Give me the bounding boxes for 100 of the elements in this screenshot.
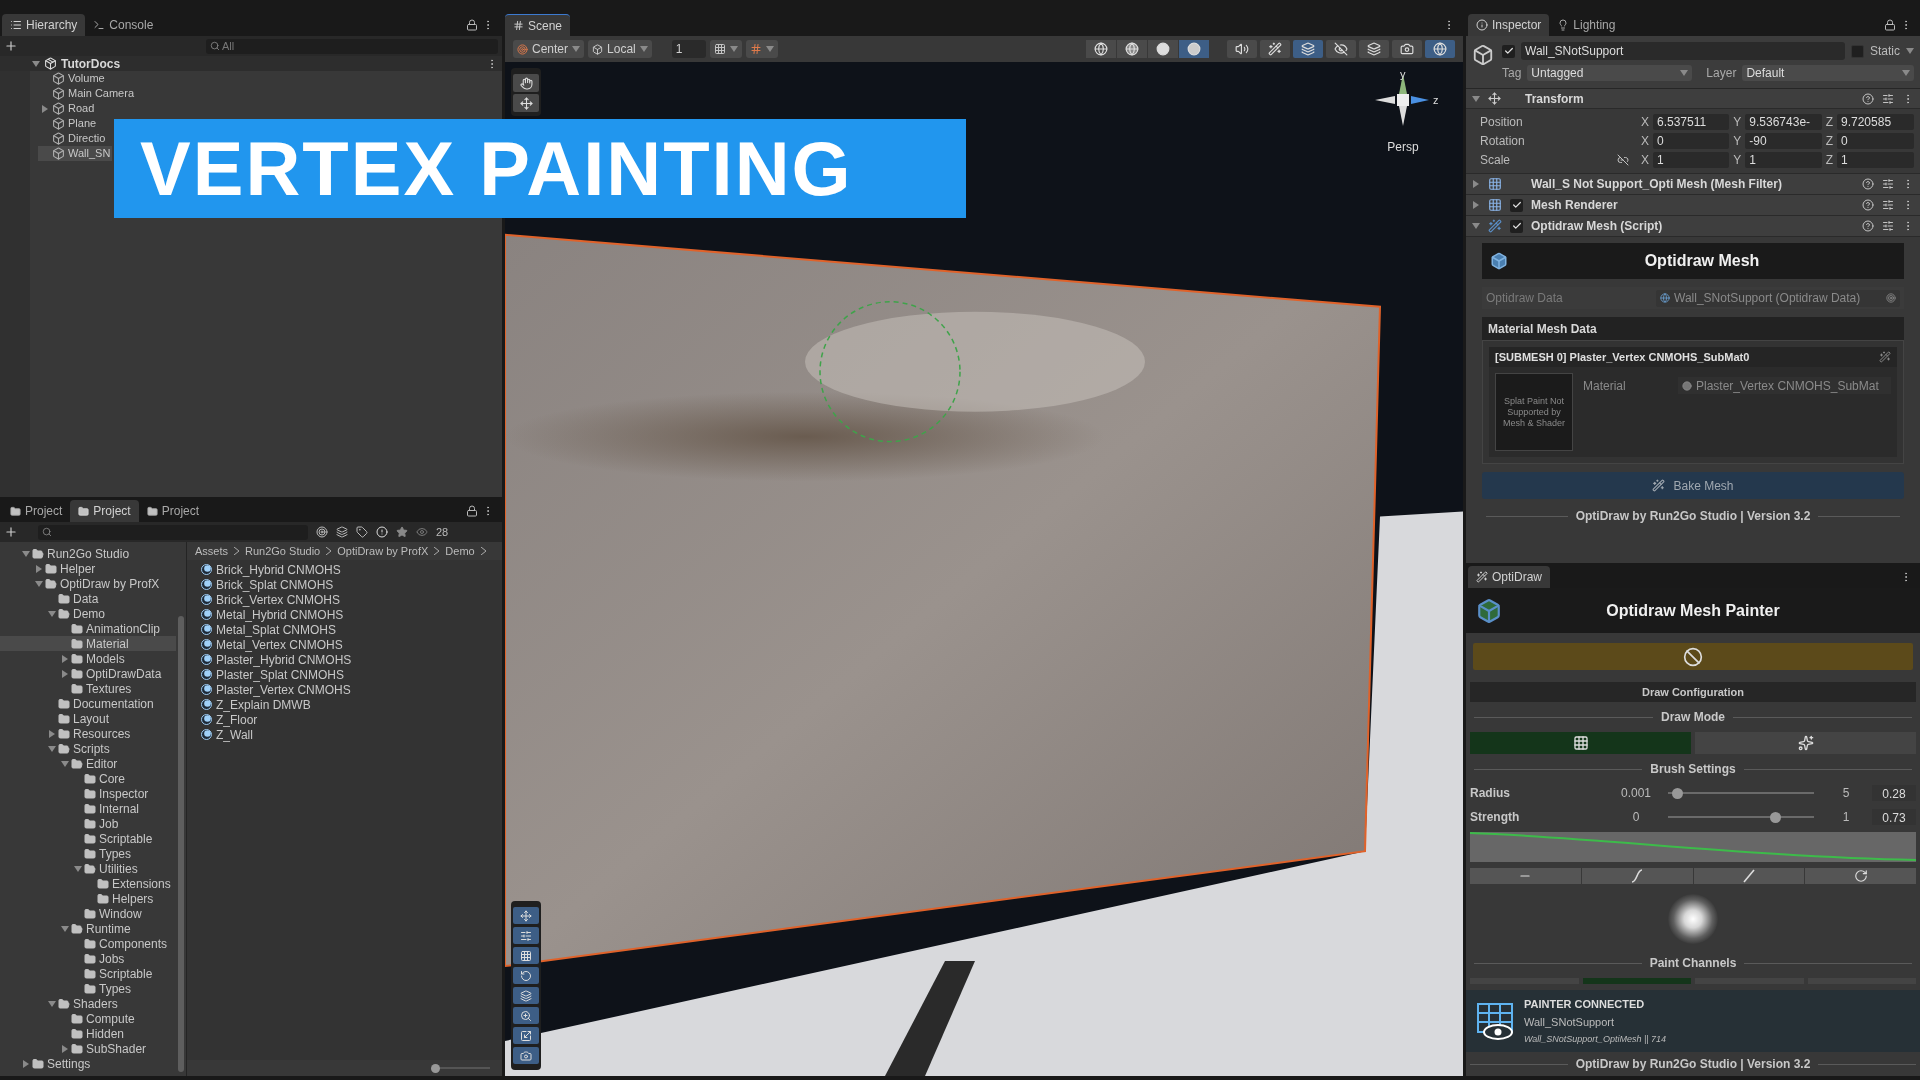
scene-toggle-button[interactable]	[1326, 40, 1356, 58]
foldout-arrow-icon[interactable]	[34, 579, 43, 588]
foldout-arrow-icon[interactable]	[60, 669, 69, 678]
zoom-slider[interactable]	[432, 1063, 490, 1073]
folder-row[interactable]: Data	[0, 591, 176, 606]
panel-tab[interactable]: Project	[2, 500, 71, 522]
help-icon[interactable]	[1862, 92, 1874, 105]
checkbox[interactable]	[1502, 44, 1515, 58]
number-field[interactable]: 9.720585	[1837, 114, 1914, 130]
dropdown-arrow-icon[interactable]	[1906, 47, 1914, 55]
overlay-tool-button[interactable]	[513, 1027, 539, 1044]
presets-icon[interactable]	[1882, 199, 1894, 211]
slider-thumb[interactable]	[1769, 811, 1781, 823]
shading-mode-button[interactable]	[1179, 40, 1209, 58]
folder-row[interactable]: Window	[0, 906, 176, 921]
number-field[interactable]: 9.536743e-	[1745, 114, 1822, 130]
presets-icon[interactable]	[1882, 220, 1894, 232]
asset-row[interactable]: Z_Floor	[201, 712, 502, 727]
folder-row[interactable]: Run2Go Studio	[0, 546, 176, 561]
foldout-arrow-icon[interactable]	[21, 1059, 30, 1068]
asset-row[interactable]: Metal_Vertex CNMOHS	[201, 637, 502, 652]
foldout-arrow-icon[interactable]	[21, 549, 30, 558]
filter-icon[interactable]	[316, 526, 328, 538]
number-field[interactable]: 0	[1653, 133, 1730, 149]
value-field[interactable]: 0.28	[1872, 785, 1916, 801]
folder-row[interactable]: OptiDraw by ProfX	[0, 576, 176, 591]
shading-mode-button[interactable]	[1117, 40, 1147, 58]
number-field[interactable]: 1	[1837, 152, 1914, 168]
checkbox[interactable]	[1851, 44, 1864, 58]
grid-visibility-button[interactable]	[745, 40, 778, 58]
folder-row[interactable]: Utilities	[0, 861, 176, 876]
panel-tab[interactable]: Scene	[505, 14, 571, 36]
hierarchy-row[interactable]: Wall_SN	[38, 146, 113, 161]
folder-row[interactable]: Job	[0, 816, 176, 831]
foldout-arrow-icon[interactable]	[60, 924, 69, 933]
foldout-arrow-icon[interactable]	[32, 59, 40, 68]
hierarchy-row[interactable]: Volume	[38, 71, 107, 86]
overlay-tool-button[interactable]	[513, 967, 539, 984]
curve-preset-button[interactable]	[1805, 868, 1916, 884]
draw-mode-button[interactable]	[1470, 732, 1691, 754]
folder-row[interactable]: Compute	[0, 1011, 176, 1026]
dropdown-arrow-icon[interactable]	[765, 45, 774, 53]
foldout-arrow-icon[interactable]	[60, 654, 69, 663]
foldout-arrow-icon[interactable]	[60, 759, 69, 768]
folder-row[interactable]: Types	[0, 981, 176, 996]
scene-toggle-button[interactable]	[1359, 40, 1389, 58]
value-field[interactable]: 0.73	[1872, 809, 1916, 825]
number-field[interactable]: 0	[1837, 133, 1914, 149]
foldout-arrow-icon[interactable]	[73, 864, 82, 873]
asset-row[interactable]: Brick_Hybrid CNMOHS	[201, 562, 502, 577]
foldout-arrow-icon[interactable]	[60, 1044, 69, 1053]
object-field[interactable]: Wall_SNotSupport (Optidraw Data)	[1656, 289, 1900, 307]
space-dropdown[interactable]: Local	[588, 40, 652, 58]
foldout-arrow-icon[interactable]	[47, 744, 56, 753]
hierarchy-row[interactable]: Directio	[38, 131, 108, 146]
projection-toggle[interactable]: Persp	[1387, 138, 1419, 156]
object-field[interactable]: Plaster_Vertex CNMOHS_SubMat	[1678, 377, 1891, 394]
star-icon[interactable]	[396, 526, 408, 538]
asset-row[interactable]: Metal_Splat CNMOHS	[201, 622, 502, 637]
overlay-tool-button[interactable]	[513, 947, 539, 964]
bake-mesh-button[interactable]: Bake Mesh	[1482, 472, 1904, 499]
panel-tab[interactable]: Inspector	[1468, 14, 1550, 36]
slider-thumb[interactable]	[1671, 787, 1683, 799]
lock-icon[interactable]	[466, 19, 478, 31]
number-field[interactable]: 6.537511	[1653, 114, 1730, 130]
folder-row[interactable]: Resources	[0, 726, 176, 741]
foldout-arrow-icon[interactable]	[1472, 94, 1480, 103]
folder-row[interactable]: Helper	[0, 561, 176, 576]
component-header[interactable]: Mesh Renderer	[1466, 195, 1920, 216]
folder-row[interactable]: SubShader	[0, 1041, 176, 1056]
scene-toggle-button[interactable]	[1392, 40, 1422, 58]
overlay-tool-button[interactable]	[513, 987, 539, 1004]
label-icon[interactable]	[356, 526, 368, 538]
foldout-arrow-icon[interactable]	[34, 564, 43, 573]
dropdown-arrow-icon[interactable]	[1902, 69, 1910, 77]
presets-icon[interactable]	[1882, 178, 1894, 190]
folder-row[interactable]: Material	[0, 636, 176, 651]
foldout-arrow-icon[interactable]	[1472, 180, 1480, 188]
layer-dropdown[interactable]: Default	[1742, 65, 1914, 81]
scene-toggle-button[interactable]	[1227, 40, 1257, 58]
scene-toggle-button[interactable]	[1260, 40, 1290, 58]
asset-row[interactable]: Plaster_Splat CNMOHS	[201, 667, 502, 682]
asset-row[interactable]: Plaster_Vertex CNMOHS	[201, 682, 502, 697]
asset-row[interactable]: Brick_Vertex CNMOHS	[201, 592, 502, 607]
breadcrumb-link[interactable]: Demo	[445, 542, 475, 560]
number-field[interactable]: 1	[1745, 152, 1822, 168]
overlay-tool-button[interactable]	[513, 1007, 539, 1024]
asset-row[interactable]: Brick_Splat CNMOHS	[201, 577, 502, 592]
search-field[interactable]: All	[206, 38, 498, 54]
panel-tab[interactable]: Console	[85, 14, 162, 36]
pivot-dropdown[interactable]: Center	[513, 40, 585, 58]
component-header[interactable]: Optidraw Mesh (Script)	[1466, 216, 1920, 237]
overlay-tool-button[interactable]	[513, 907, 539, 924]
panel-tab[interactable]: OptiDraw	[1468, 566, 1550, 588]
foldout-arrow-icon[interactable]	[47, 729, 56, 738]
folder-row[interactable]: OptiDrawData	[0, 666, 176, 681]
folder-row[interactable]: Extensions	[0, 876, 176, 891]
breadcrumb-link[interactable]: Assets	[195, 542, 228, 560]
eye-icon[interactable]	[416, 526, 428, 538]
shading-mode-button[interactable]	[1086, 40, 1116, 58]
